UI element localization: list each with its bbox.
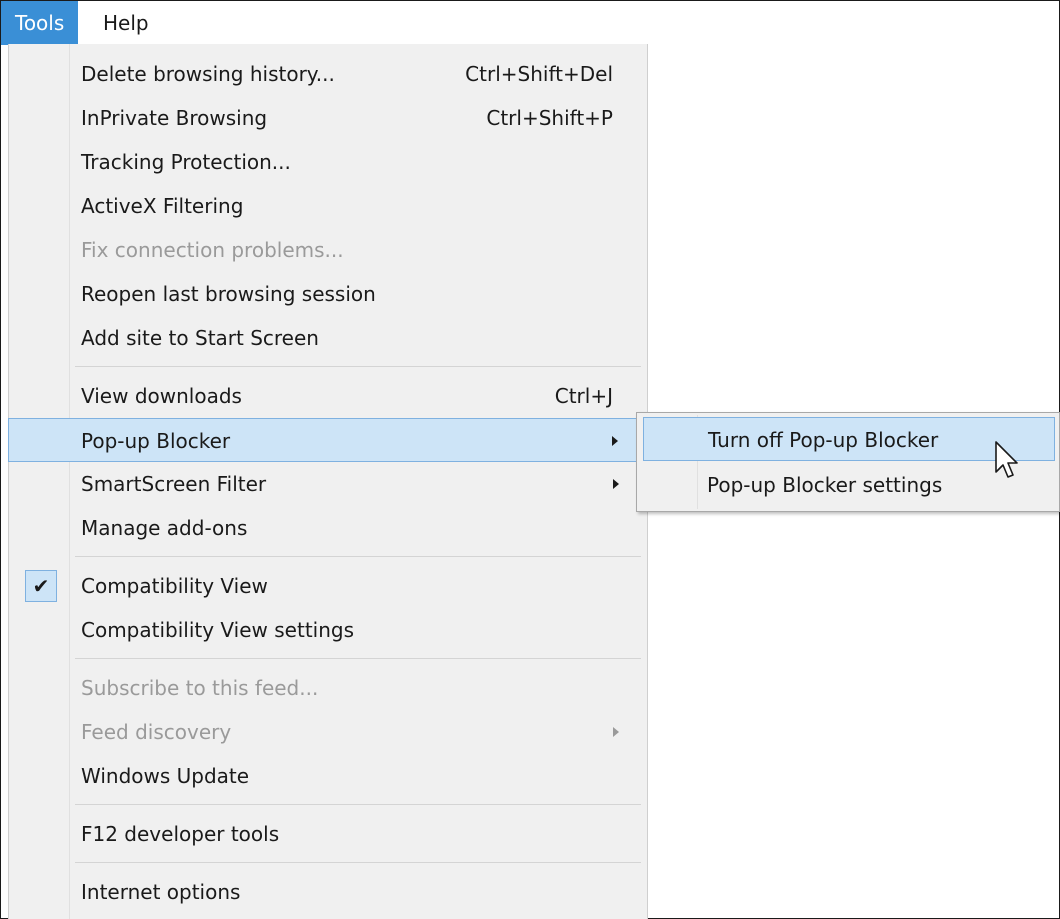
menu-item-label: Compatibility View [81,574,268,598]
checkmark-icon: ✔ [25,570,57,602]
menu-item-windows-update[interactable]: Windows Update [15,754,641,798]
submenu-arrow-icon [613,479,619,489]
menu-item-feed-discovery: Feed discovery [15,710,641,754]
menu-item-label: Compatibility View settings [81,618,355,642]
menu-item-label: Tracking Protection... [81,150,291,174]
submenu-item-label: Pop-up Blocker settings [707,473,943,497]
submenu-item-label: Turn off Pop-up Blocker [708,428,939,452]
menubar-help[interactable]: Help [89,1,163,45]
menu-item-smartscreen-filter[interactable]: SmartScreen Filter [15,462,641,506]
menu-item-subscribe-feed: Subscribe to this feed... [15,666,641,710]
menu-item-internet-options[interactable]: Internet options [15,870,641,914]
menu-item-compatibility-view-settings[interactable]: Compatibility View settings [15,608,641,652]
menu-item-view-downloads[interactable]: View downloads Ctrl+J [15,374,641,418]
menu-item-label: Windows Update [81,764,250,788]
menu-bar: Tools Help [1,1,649,45]
arrow-cursor-icon [995,441,1018,478]
menu-item-label: Manage add-ons [81,516,248,540]
menu-item-inprivate-browsing[interactable]: InPrivate Browsing Ctrl+Shift+P [15,96,641,140]
submenu-arrow-icon [613,727,619,737]
menu-item-add-site-to-start[interactable]: Add site to Start Screen [15,316,641,360]
menu-separator [75,658,641,659]
menu-separator [75,556,641,557]
menu-item-tracking-protection[interactable]: Tracking Protection... [15,140,641,184]
menu-item-shortcut: Ctrl+J [554,384,613,408]
menu-item-label: InPrivate Browsing [81,106,268,130]
menu-item-compatibility-view[interactable]: ✔ Compatibility View [15,564,641,608]
menu-item-f12-developer-tools[interactable]: F12 developer tools [15,812,641,856]
menu-item-label: ActiveX Filtering [81,194,244,218]
menu-item-label: Subscribe to this feed... [81,676,319,700]
menubar-tools[interactable]: Tools [1,1,79,45]
submenu-arrow-icon [612,436,618,446]
menu-item-delete-browsing-history[interactable]: Delete browsing history... Ctrl+Shift+De… [15,52,641,96]
menu-item-label: SmartScreen Filter [81,472,267,496]
menu-item-shortcut: Ctrl+Shift+Del [465,62,613,86]
menu-item-label: Reopen last browsing session [81,282,376,306]
menu-item-label: Add site to Start Screen [81,326,319,350]
menu-item-popup-blocker[interactable]: Pop-up Blocker [8,418,641,462]
menu-item-label: Pop-up Blocker [81,429,231,453]
menu-item-shortcut: Ctrl+Shift+P [486,106,613,130]
tools-menu: Delete browsing history... Ctrl+Shift+De… [8,44,648,919]
menu-item-label: Delete browsing history... [81,62,335,86]
menu-item-label: Fix connection problems... [81,238,344,262]
menu-item-label: View downloads [81,384,242,408]
menu-item-label: Feed discovery [81,720,232,744]
menu-separator [75,366,641,367]
menu-item-fix-connection-problems: Fix connection problems... [15,228,641,272]
menu-item-label: Internet options [81,880,241,904]
menu-separator [75,804,641,805]
menu-item-activex-filtering[interactable]: ActiveX Filtering [15,184,641,228]
menu-separator [75,862,641,863]
menu-item-manage-addons[interactable]: Manage add-ons [15,506,641,550]
menu-item-label: F12 developer tools [81,822,280,846]
menu-item-reopen-last-session[interactable]: Reopen last browsing session [15,272,641,316]
